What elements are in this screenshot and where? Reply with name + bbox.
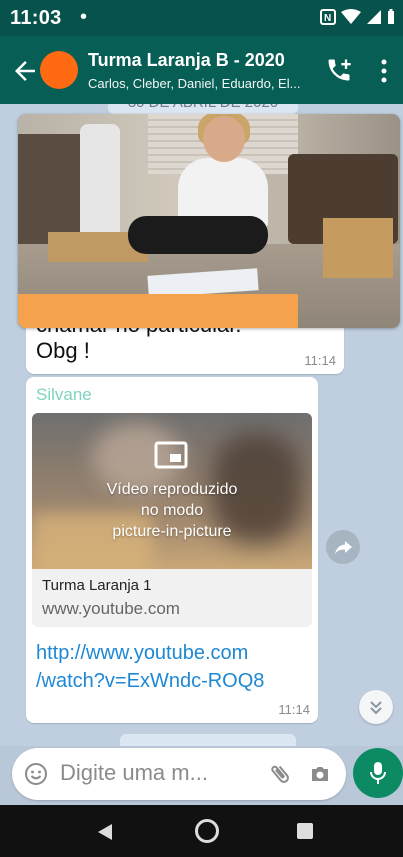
share-icon	[335, 541, 352, 554]
mic-button[interactable]	[353, 748, 403, 798]
url-line-2[interactable]: /watch?v=ExWndc-ROQ8	[36, 667, 264, 695]
pip-line-3: picture-in-picture	[112, 523, 232, 540]
pip-overlay-text: Vídeo reproduzido no modo picture-in-pic…	[32, 479, 312, 542]
message-sender[interactable]: Silvane	[36, 385, 92, 405]
chevron-down-double-icon	[370, 701, 382, 715]
link-preview-meta[interactable]: Turma Laranja 1 www.youtube.com	[32, 569, 312, 627]
camera-icon[interactable]	[308, 762, 332, 786]
attach-icon[interactable]	[268, 762, 292, 786]
message-input[interactable]: Digite uma m...	[60, 760, 208, 786]
pip-video-player[interactable]	[18, 114, 400, 328]
share-button[interactable]	[326, 530, 360, 564]
svg-text:N: N	[324, 13, 331, 24]
wifi-icon	[341, 9, 361, 24]
more-vert-icon[interactable]	[376, 58, 392, 84]
link-title: Turma Laranja 1	[42, 577, 152, 594]
emoji-icon[interactable]	[24, 762, 48, 786]
video-scene-chair	[80, 124, 120, 244]
message-composer[interactable]: Digite uma m...	[12, 748, 346, 800]
nav-back-icon[interactable]	[97, 823, 113, 841]
status-time: 11:03	[10, 7, 62, 29]
date-chip: 30 DE ABRIL DE 2020	[108, 104, 298, 114]
battery-icon	[388, 9, 394, 24]
url-line-1[interactable]: http://www.youtube.com	[36, 639, 264, 667]
message-time: 11:14	[304, 353, 336, 368]
message-time: 11:14	[278, 702, 310, 717]
chat-title[interactable]: Turma Laranja B - 2020	[88, 50, 285, 71]
avatar[interactable]	[40, 51, 78, 89]
video-preview[interactable]: Vídeo reproduzido no modo picture-in-pic…	[32, 413, 312, 569]
video-scene-cabinet	[18, 134, 88, 244]
link-site: www.youtube.com	[42, 599, 180, 618]
message-text: Obg !	[36, 338, 90, 363]
video-scene-person-legs	[128, 216, 268, 254]
status-bar: 11:03 • N	[0, 0, 403, 36]
chat-participants[interactable]: Carlos, Cleber, Daniel, Eduardo, El...	[88, 76, 300, 91]
nav-home-icon[interactable]	[195, 819, 219, 843]
back-arrow-icon[interactable]	[10, 56, 40, 86]
nav-recents-icon[interactable]	[297, 823, 313, 839]
video-scene-person-head	[203, 116, 245, 162]
signal-icon	[367, 10, 381, 24]
mic-icon	[370, 762, 386, 784]
notification-dot: •	[80, 6, 88, 28]
system-nav-bar	[0, 805, 403, 857]
video-scene-orange-strip	[18, 294, 298, 328]
pip-line-2: no modo	[140, 502, 204, 519]
status-icons: N	[320, 9, 395, 25]
next-message-edge	[120, 734, 296, 746]
scroll-to-bottom-button[interactable]	[359, 690, 393, 724]
nfc-icon: N	[320, 9, 336, 25]
chat-header: Turma Laranja B - 2020 Carlos, Cleber, D…	[0, 36, 403, 104]
video-scene-box	[323, 218, 393, 278]
call-add-icon[interactable]	[325, 56, 353, 84]
pip-line-1: Vídeo reproduzido	[106, 481, 238, 498]
link-message-bubble[interactable]: Silvane Vídeo reproduzido no modo pictur…	[26, 377, 318, 723]
message-link[interactable]: http://www.youtube.com /watch?v=ExWndc-R…	[36, 639, 264, 695]
picture-in-picture-icon	[154, 441, 188, 469]
